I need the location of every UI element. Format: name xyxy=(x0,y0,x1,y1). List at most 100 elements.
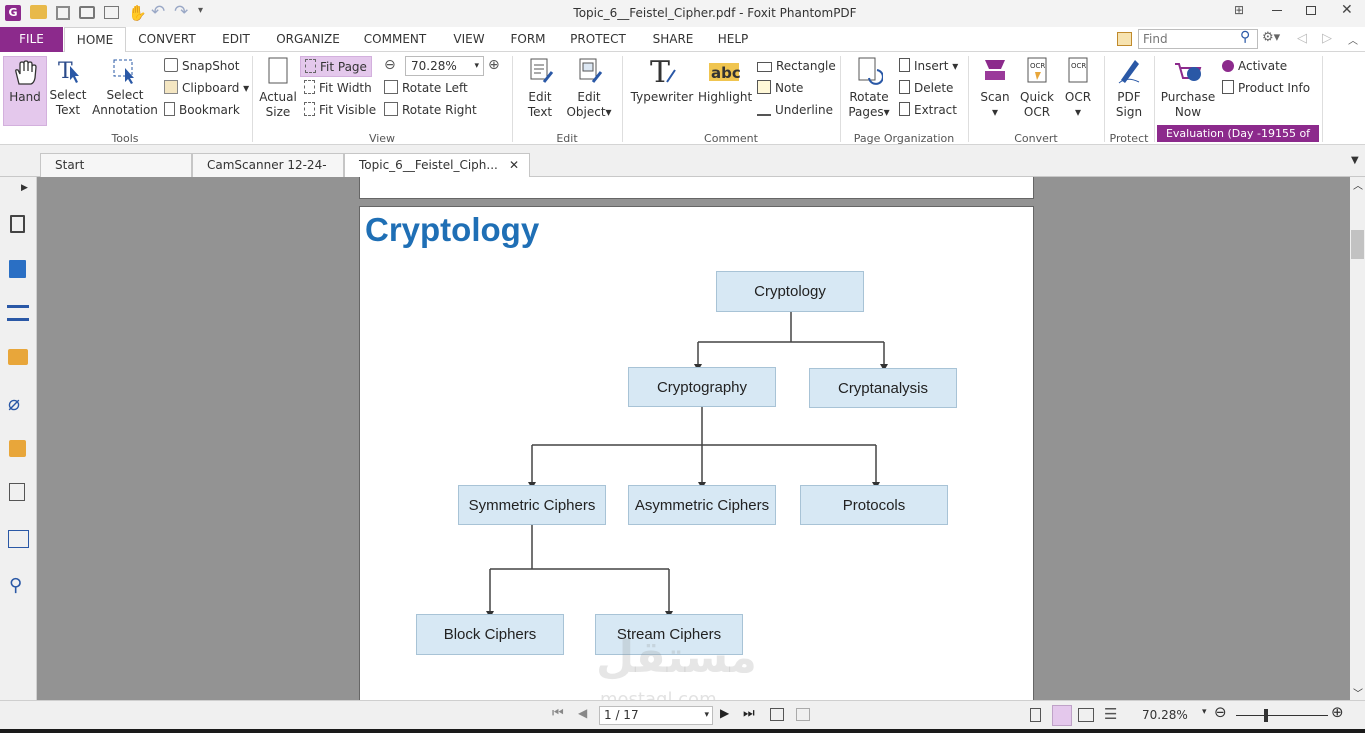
fit-visible-button[interactable]: Fit Visible xyxy=(304,100,376,120)
save-icon[interactable] xyxy=(56,6,70,20)
extract-button[interactable]: Extract xyxy=(899,100,957,120)
accessibility-panel-icon[interactable]: ⚲ xyxy=(9,575,22,596)
document-canvas[interactable]: Cryptology Cryptology Cryptography Crypt… xyxy=(37,177,1350,700)
zoom-out-icon[interactable]: ⊖ xyxy=(384,57,396,73)
tab-share[interactable]: SHARE xyxy=(642,27,704,52)
quick-ocr-button[interactable]: OCR Quick OCR xyxy=(1016,56,1058,120)
rectangle-button[interactable]: Rectangle xyxy=(757,56,836,76)
rotate-right-button[interactable]: Rotate Right xyxy=(384,100,477,120)
tab-camscanner[interactable]: CamScanner 12-24-20... xyxy=(192,153,344,194)
previous-page-icon[interactable]: ◀ xyxy=(578,706,587,720)
tab-edit[interactable]: EDIT xyxy=(210,27,262,52)
undo-icon[interactable]: ↶ xyxy=(151,2,165,22)
expand-panel-icon[interactable]: ▶ xyxy=(21,183,28,193)
bookmark-button[interactable]: Bookmark xyxy=(164,100,240,120)
hand-button[interactable]: Hand xyxy=(3,56,47,126)
file-menu[interactable]: FILE xyxy=(0,27,63,52)
attachments-panel-icon[interactable]: ⌀ xyxy=(8,391,20,415)
signatures-panel-icon[interactable] xyxy=(9,483,25,501)
settings-icon[interactable]: ⚙▾ xyxy=(1262,30,1280,45)
properties-icon[interactable] xyxy=(104,6,119,19)
edit-object-button[interactable]: Edit Object▾ xyxy=(564,56,614,120)
zoom-slider[interactable] xyxy=(1236,715,1328,716)
edit-text-button[interactable]: Edit Text xyxy=(518,56,562,120)
zoom-in-icon[interactable]: ⊕ xyxy=(488,57,500,73)
delete-button[interactable]: Delete xyxy=(899,78,953,98)
tab-form[interactable]: FORM xyxy=(502,27,554,52)
content-panel-icon[interactable] xyxy=(8,530,29,548)
zoom-slider-thumb[interactable] xyxy=(1264,709,1268,722)
tab-view[interactable]: VIEW xyxy=(443,27,495,52)
activate-button[interactable]: Activate xyxy=(1222,56,1287,76)
svg-text:abc: abc xyxy=(711,64,740,82)
clipboard-button[interactable]: Clipboard ▾ xyxy=(164,78,249,98)
zoom-out-status-icon[interactable]: ⊖ xyxy=(1214,703,1227,721)
next-page-icon[interactable]: ▶ xyxy=(720,706,729,720)
page-number-field[interactable]: 1 / 17 ▾ xyxy=(599,706,713,725)
actual-size-button[interactable]: Actual Size xyxy=(258,56,298,120)
app-logo-icon[interactable]: G xyxy=(5,5,21,21)
bookmarks-panel-icon[interactable] xyxy=(10,215,25,233)
tab-topic6[interactable]: Topic_6__Feistel_Ciph... ✕ xyxy=(344,153,530,177)
redo-icon[interactable]: ↷ xyxy=(174,2,188,22)
security-panel-icon[interactable] xyxy=(9,440,26,457)
comments-panel-icon[interactable] xyxy=(8,349,28,365)
tab-protect[interactable]: PROTECT xyxy=(561,27,635,52)
tab-list-icon[interactable]: ▼ xyxy=(1351,155,1359,166)
rotate-left-button[interactable]: Rotate Left xyxy=(384,78,468,98)
previous-view-icon[interactable] xyxy=(770,708,784,721)
scroll-down-icon[interactable]: ﹀ xyxy=(1353,685,1363,700)
tab-convert[interactable]: CONVERT xyxy=(132,27,202,52)
fit-page-button[interactable]: Fit Page xyxy=(300,56,372,77)
next-result-icon[interactable]: ▷ xyxy=(1322,31,1332,46)
tab-help[interactable]: HELP xyxy=(710,27,756,52)
zoom-menu-icon[interactable]: ▾ xyxy=(1202,707,1207,717)
open-icon[interactable] xyxy=(30,5,47,19)
typewriter-button[interactable]: T Typewriter xyxy=(630,56,694,105)
zoom-in-status-icon[interactable]: ⊕ xyxy=(1331,703,1344,721)
snapshot-button[interactable]: SnapShot xyxy=(164,56,239,76)
fit-width-button[interactable]: Fit Width xyxy=(304,78,372,98)
scroll-thumb[interactable] xyxy=(1351,230,1364,259)
select-text-button[interactable]: T Select Text xyxy=(48,56,88,118)
highlight-button[interactable]: abc Highlight xyxy=(698,56,752,105)
pdf-sign-button[interactable]: PDF Sign xyxy=(1108,56,1150,120)
next-view-icon[interactable] xyxy=(796,708,810,721)
continuous-facing-icon[interactable]: ☰ xyxy=(1104,705,1117,723)
layout-icon[interactable]: ⊞ xyxy=(1234,3,1244,17)
print-icon[interactable] xyxy=(79,6,95,19)
last-page-icon[interactable]: ⏭ xyxy=(743,706,755,721)
purchase-now-button[interactable]: Purchase Now xyxy=(1160,56,1216,120)
restore-icon[interactable] xyxy=(1306,6,1316,15)
tab-home[interactable]: HOME xyxy=(64,27,126,53)
search-icon[interactable]: ⚲ xyxy=(1240,29,1250,45)
minimize-icon[interactable] xyxy=(1272,10,1282,11)
watermark-logo-latin: mostaql.com xyxy=(600,689,717,700)
collapse-ribbon-icon[interactable]: ︿ xyxy=(1348,32,1358,47)
note-button[interactable]: Note xyxy=(757,78,803,98)
tab-comment[interactable]: COMMENT xyxy=(355,27,435,52)
underline-button[interactable]: Underline xyxy=(757,100,833,120)
ocr-button[interactable]: OCR OCR ▾ xyxy=(1060,56,1096,120)
scan-button[interactable]: Scan ▾ xyxy=(976,56,1014,120)
layers-panel-icon[interactable] xyxy=(7,305,29,321)
select-annotation-button[interactable]: Select Annotation xyxy=(92,56,158,118)
scroll-up-icon[interactable]: ︿ xyxy=(1353,177,1363,192)
first-page-icon[interactable]: ⏮ xyxy=(552,706,564,721)
tab-organize[interactable]: ORGANIZE xyxy=(268,27,348,52)
facing-page-icon[interactable] xyxy=(1078,708,1094,722)
continuous-page-icon[interactable] xyxy=(1052,705,1072,726)
product-info-button[interactable]: Product Info xyxy=(1222,78,1310,98)
customize-toolbar-icon[interactable]: ▾ xyxy=(198,5,203,16)
rotate-pages-button[interactable]: Rotate Pages▾ xyxy=(846,56,892,120)
pages-panel-icon[interactable] xyxy=(9,260,26,278)
tab-start[interactable]: Start xyxy=(40,153,192,177)
prev-result-icon[interactable]: ◁ xyxy=(1297,31,1307,46)
single-page-icon[interactable] xyxy=(1030,708,1041,722)
hand-tool-icon[interactable]: ✋ xyxy=(128,4,147,22)
zoom-dropdown[interactable]: 70.28% ▾ xyxy=(405,56,484,76)
close-tab-icon[interactable]: ✕ xyxy=(509,154,519,176)
insert-button[interactable]: Insert ▾ xyxy=(899,56,958,76)
vertical-scrollbar[interactable]: ︿ ﹀ xyxy=(1350,177,1365,700)
close-icon[interactable]: ✕ xyxy=(1341,2,1353,18)
